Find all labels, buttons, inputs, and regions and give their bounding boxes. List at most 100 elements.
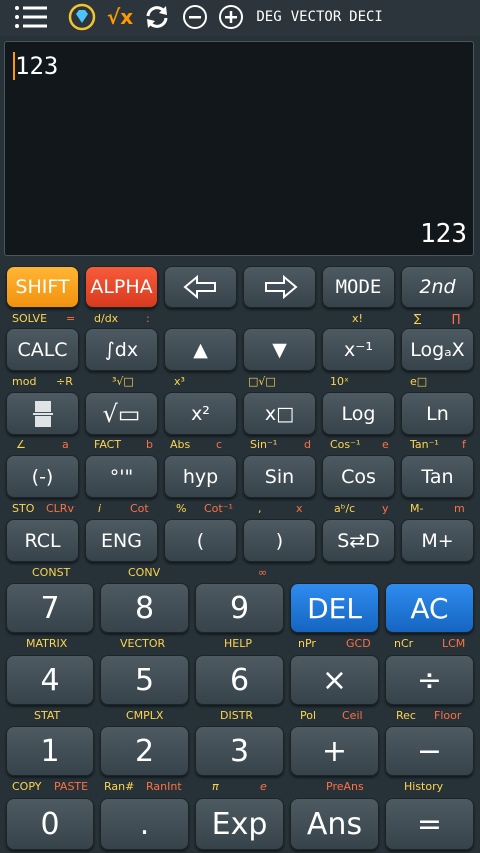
divide-button[interactable]: ÷ xyxy=(385,655,474,705)
cursor-left-button[interactable] xyxy=(164,266,237,308)
menu-icon[interactable] xyxy=(12,0,50,34)
delete-button[interactable]: DEL xyxy=(290,583,379,633)
alpha-button[interactable]: ALPHA xyxy=(85,266,158,308)
var-c-label: c xyxy=(216,438,223,451)
shift-button[interactable]: SHIFT xyxy=(6,266,79,308)
eng-button[interactable]: ENG xyxy=(85,519,158,562)
digit-4-button[interactable]: 4 xyxy=(6,655,94,705)
integral-button[interactable]: ∫dx xyxy=(85,328,158,371)
fraction-button[interactable] xyxy=(6,392,79,435)
rcl-button[interactable]: RCL xyxy=(6,519,79,562)
fraction-icon xyxy=(32,400,53,427)
sto-label: STO xyxy=(12,502,35,515)
cmplx-label: CMPLX xyxy=(126,709,164,722)
convert-arrows-icon[interactable] xyxy=(142,0,172,34)
power-button[interactable]: x□ xyxy=(243,392,316,435)
ncr-label: nCr xyxy=(394,637,414,650)
var-b-label: b xyxy=(146,438,153,451)
abs-label: Abs xyxy=(170,438,191,451)
log-button[interactable]: Log xyxy=(322,392,395,435)
previous-answer-label: PreAns xyxy=(326,780,364,793)
number-format-label[interactable]: DECI xyxy=(348,0,384,34)
distr-label: DISTR xyxy=(220,709,254,722)
var-e-label: e xyxy=(382,438,389,451)
cos-button[interactable]: Cos xyxy=(322,455,395,498)
history-label: History xyxy=(404,780,444,793)
random-label: Ran# xyxy=(104,780,135,793)
clrv-label: CLRv xyxy=(46,502,74,515)
plus-button[interactable]: + xyxy=(290,726,379,776)
gcd-label: GCD xyxy=(346,637,371,650)
colon-label: : xyxy=(146,312,150,325)
m-plus-button[interactable]: M+ xyxy=(401,519,474,562)
percent-label: % xyxy=(176,502,187,515)
left-paren-button[interactable]: ( xyxy=(164,519,237,562)
digit-5-button[interactable]: 5 xyxy=(100,655,189,705)
toolbar: √x DEG VECTOR DECI xyxy=(0,0,480,36)
random-int-label: RanInt xyxy=(146,780,182,793)
tan-button[interactable]: Tan xyxy=(401,455,474,498)
equal-alpha-label: = xyxy=(66,312,76,325)
cursor-right-button[interactable] xyxy=(243,266,316,308)
ten-power-label: 10ˣ xyxy=(330,375,349,388)
log-base-a-button[interactable]: LogₐX xyxy=(401,328,474,371)
mixed-fraction-label: aᵇ/c xyxy=(334,502,356,515)
digit-1-button[interactable]: 1 xyxy=(6,726,94,776)
floor-label: Floor xyxy=(434,709,462,722)
equals-button[interactable]: = xyxy=(385,798,474,850)
cot-label: Cot xyxy=(130,502,149,515)
comma-label: , xyxy=(258,502,262,515)
solve-label: SOLVE xyxy=(12,312,48,325)
negative-button[interactable]: (-) xyxy=(6,455,79,498)
multiply-button[interactable]: × xyxy=(290,655,379,705)
down-button[interactable]: ▼ xyxy=(243,328,316,371)
square-button[interactable]: x² xyxy=(164,392,237,435)
div-remainder-label: ÷R xyxy=(56,375,73,388)
calc-mode-label[interactable]: VECTOR xyxy=(290,0,342,34)
matrix-label: MATRIX xyxy=(26,637,68,650)
degree-minute-second-button[interactable]: °'" xyxy=(85,455,158,498)
e-power-label: e□ xyxy=(410,375,428,388)
premium-diamond-icon[interactable] xyxy=(66,0,98,34)
exp-button[interactable]: Exp xyxy=(195,798,284,850)
sin-button[interactable]: Sin xyxy=(243,455,316,498)
ceil-label: Ceil xyxy=(342,709,363,722)
digit-2-button[interactable]: 2 xyxy=(100,726,189,776)
ddx-label: d/dx xyxy=(94,312,119,325)
digit-6-button[interactable]: 6 xyxy=(195,655,284,705)
angle-mode-label[interactable]: DEG xyxy=(254,0,284,34)
acos-label: Cos⁻¹ xyxy=(330,438,361,451)
digit-7-button[interactable]: 7 xyxy=(6,583,94,633)
decimal-point-button[interactable]: . xyxy=(100,798,189,850)
help-label: HELP xyxy=(224,637,252,650)
hyp-button[interactable]: hyp xyxy=(164,455,237,498)
digit-0-button[interactable]: 0 xyxy=(6,798,94,850)
right-paren-button[interactable]: ) xyxy=(243,519,316,562)
cube-root-label: ³√□ xyxy=(112,375,134,388)
var-a-label: a xyxy=(62,438,69,451)
expression-input[interactable]: 123 xyxy=(15,52,58,80)
sqrt-button[interactable]: √▭ xyxy=(85,392,158,435)
calc-button[interactable]: CALC xyxy=(6,328,79,371)
display-screen[interactable]: 123 123 xyxy=(4,41,474,256)
s-to-d-button[interactable]: S⇄D xyxy=(322,519,395,562)
conv-label: CONV xyxy=(128,566,161,579)
digit-8-button[interactable]: 8 xyxy=(100,583,189,633)
mod-label: mod xyxy=(12,375,37,388)
ln-button[interactable]: Ln xyxy=(401,392,474,435)
lcm-label: LCM xyxy=(442,637,466,650)
answer-button[interactable]: Ans xyxy=(290,798,379,850)
inverse-button[interactable]: x⁻¹ xyxy=(322,328,395,371)
pol-label: Pol xyxy=(300,709,317,722)
sqrt-x-icon[interactable]: √x xyxy=(104,0,136,34)
digit-3-button[interactable]: 3 xyxy=(195,726,284,776)
mode-button[interactable]: MODE xyxy=(322,266,395,308)
npr-label: nPr xyxy=(298,637,316,650)
second-function-button[interactable]: 2nd xyxy=(401,266,474,308)
minus-button[interactable]: − xyxy=(385,726,474,776)
up-button[interactable]: ▲ xyxy=(164,328,237,371)
zoom-in-icon[interactable] xyxy=(216,0,246,34)
all-clear-button[interactable]: AC xyxy=(385,583,474,633)
zoom-out-icon[interactable] xyxy=(180,0,210,34)
digit-9-button[interactable]: 9 xyxy=(195,583,284,633)
